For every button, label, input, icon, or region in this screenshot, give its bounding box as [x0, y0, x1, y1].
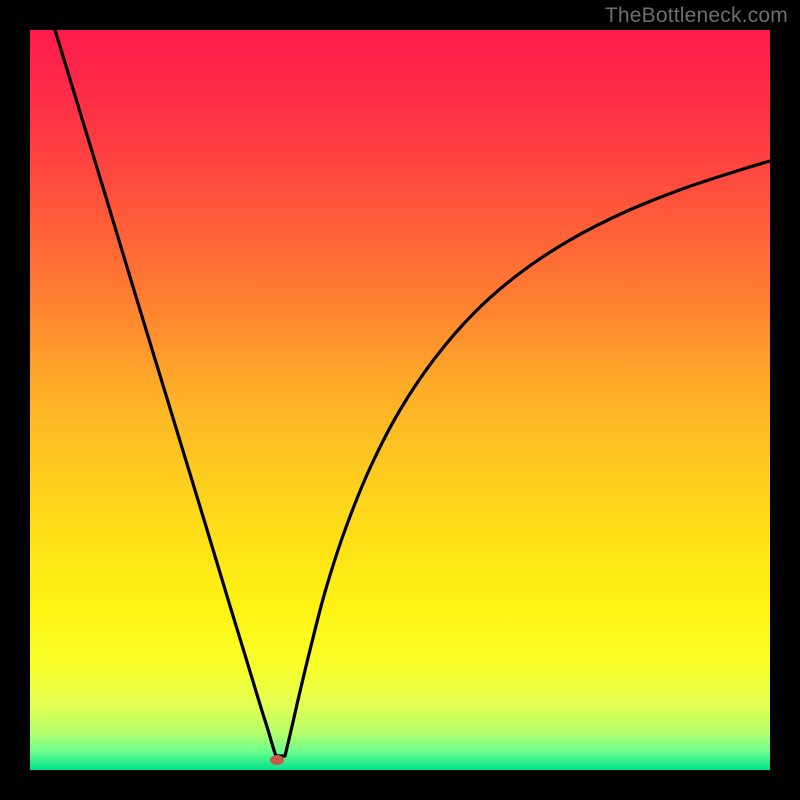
watermark-text: TheBottleneck.com: [605, 4, 788, 28]
plot-area: [30, 30, 770, 770]
chart-stage: TheBottleneck.com: [0, 0, 800, 800]
notch-marker: [270, 755, 284, 765]
chart-svg: [30, 30, 770, 770]
gradient-background: [30, 30, 770, 770]
